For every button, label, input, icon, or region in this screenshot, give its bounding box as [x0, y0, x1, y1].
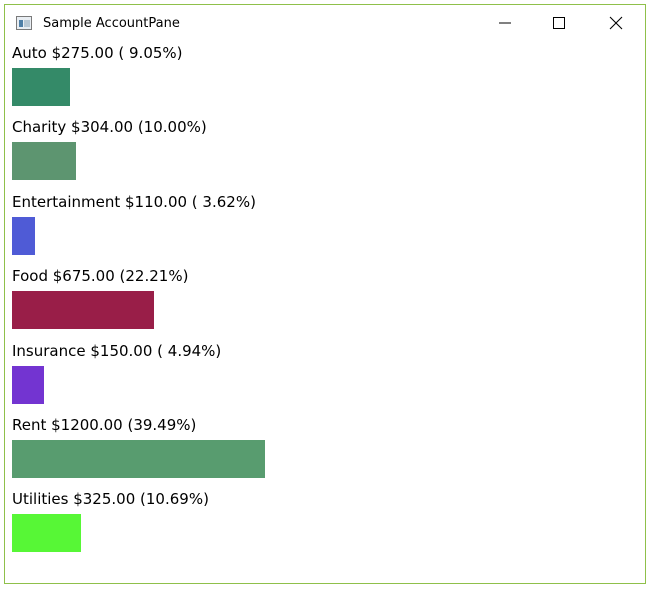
account-row-charity: Charity $304.00 (10.00%) — [12, 118, 632, 192]
account-label: Rent $1200.00 (39.49%) — [12, 416, 197, 434]
account-bar — [12, 142, 76, 180]
minimize-icon — [499, 22, 511, 24]
account-bar — [12, 440, 265, 478]
account-bar — [12, 514, 81, 552]
minimize-button[interactable] — [482, 5, 528, 41]
account-bar — [12, 366, 44, 404]
account-label: Insurance $150.00 ( 4.94%) — [12, 342, 222, 360]
account-label: Entertainment $110.00 ( 3.62%) — [12, 193, 256, 211]
close-button[interactable] — [593, 5, 639, 41]
account-bar — [12, 217, 35, 255]
account-pane: Auto $275.00 ( 9.05%) Charity $304.00 (1… — [12, 44, 632, 574]
account-label: Food $675.00 (22.21%) — [12, 267, 189, 285]
account-row-entertainment: Entertainment $110.00 ( 3.62%) — [12, 193, 632, 267]
account-bar — [12, 291, 154, 329]
account-label: Auto $275.00 ( 9.05%) — [12, 44, 183, 62]
maximize-icon — [553, 17, 565, 29]
account-row-rent: Rent $1200.00 (39.49%) — [12, 416, 632, 490]
account-label: Charity $304.00 (10.00%) — [12, 118, 207, 136]
window-title: Sample AccountPane — [43, 16, 180, 31]
account-row-utilities: Utilities $325.00 (10.69%) — [12, 490, 632, 564]
account-label: Utilities $325.00 (10.69%) — [12, 490, 209, 508]
app-icon — [16, 16, 32, 30]
app-window: Sample AccountPane Auto $275.00 ( 9.05%)… — [4, 4, 646, 584]
account-row-insurance: Insurance $150.00 ( 4.94%) — [12, 342, 632, 416]
account-row-food: Food $675.00 (22.21%) — [12, 267, 632, 341]
maximize-button[interactable] — [536, 5, 582, 41]
close-icon — [609, 16, 623, 30]
account-row-auto: Auto $275.00 ( 9.05%) — [12, 44, 632, 118]
title-bar[interactable]: Sample AccountPane — [5, 5, 645, 41]
account-bar — [12, 68, 70, 106]
